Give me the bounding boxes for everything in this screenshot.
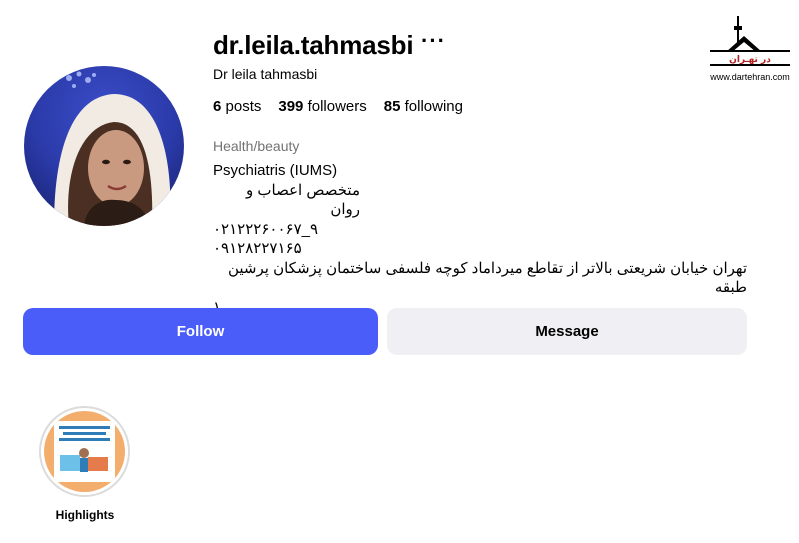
bio-line: ۰۹۱۲۸۲۲۷۱۶۵ — [213, 240, 302, 257]
followers-count: 399 — [278, 98, 304, 115]
followers-stat[interactable]: 399 followers — [278, 98, 366, 115]
profile-username: dr.leila.tahmasbi — [213, 30, 414, 60]
profile-full-name: Dr leila tahmasbi — [213, 66, 318, 82]
profile-category: Health/beauty — [213, 138, 300, 154]
watermark-text: در تهـران — [729, 55, 771, 65]
message-button[interactable]: Message — [387, 308, 747, 355]
bio-line: ۰۲۱۲۲۲۶۰۰۶۷_۹ — [213, 220, 319, 238]
watermark-url: www.dartehran.com — [710, 72, 790, 82]
posts-stat[interactable]: 6 posts — [213, 98, 261, 115]
profile-bio: Psychiatris (IUMS) متخصص اعصاب و روان ۰۲… — [213, 161, 747, 317]
following-stat[interactable]: 85 following — [384, 98, 463, 115]
followers-label: followers — [307, 98, 367, 115]
profile-avatar[interactable] — [24, 66, 184, 226]
highlight-cover-image — [44, 411, 125, 492]
bio-line: متخصص اعصاب و روان — [245, 181, 360, 219]
posts-count: 6 — [213, 98, 222, 115]
tower-logo-icon: در تهـران — [710, 16, 790, 66]
avatar-image — [24, 66, 184, 226]
bio-line: Psychiatris (IUMS) — [213, 162, 338, 179]
following-label: following — [404, 98, 463, 115]
highlight-cover[interactable] — [44, 411, 125, 492]
bio-line: تهران خیابان شریعتی بالاتر از تقاطع میرد… — [227, 259, 747, 297]
posts-label: posts — [225, 98, 262, 115]
follow-button[interactable]: Follow — [23, 308, 378, 355]
more-options-icon[interactable]: ··· — [421, 28, 446, 54]
following-count: 85 — [383, 98, 401, 115]
highlight-label: Highlights — [55, 508, 115, 522]
profile-stats: 6 posts 399 followers 85 following — [213, 98, 463, 115]
